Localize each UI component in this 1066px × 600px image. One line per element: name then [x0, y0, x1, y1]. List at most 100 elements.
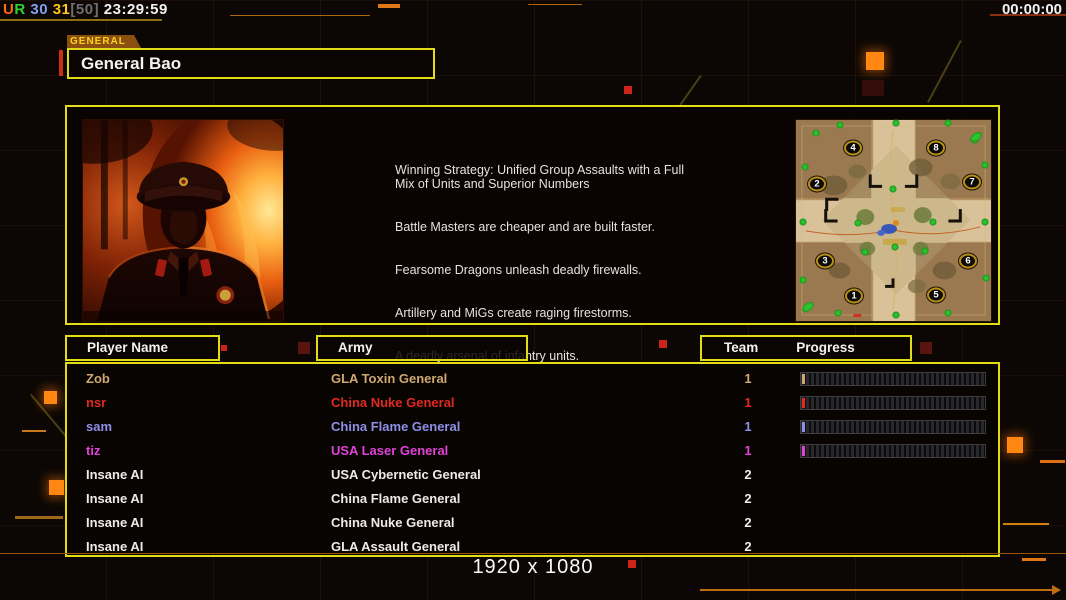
- map-start-position: 1: [845, 288, 863, 304]
- decor-square: [624, 86, 632, 94]
- player-progress-bar: [800, 396, 986, 410]
- decor-line: [22, 430, 46, 432]
- decor-line: [0, 19, 162, 21]
- header-progress: Progress: [796, 340, 855, 355]
- general-info-panel: Winning Strategy: Unified Group Assaults…: [65, 105, 1000, 363]
- map-start-position: 8: [927, 140, 945, 156]
- decor-bottom-line: [0, 553, 1066, 554]
- decor-square: [862, 80, 884, 96]
- header-team: Team: [724, 340, 759, 355]
- map-start-position: 7: [963, 174, 981, 190]
- strategy-paragraph: Fearsome Dragons unleash deadly firewall…: [395, 263, 642, 277]
- header-army: Army: [316, 335, 528, 361]
- player-team: 1: [744, 419, 752, 434]
- decor-arrow-line: [700, 589, 1056, 591]
- resolution-label: 1920 x 1080: [472, 556, 594, 578]
- player-army: GLA Toxin General: [331, 371, 448, 386]
- progress-tick: [802, 374, 805, 384]
- map-resource-dot: [944, 309, 952, 317]
- players-panel: Zob GLA Toxin General 1 nsr China Nuke G…: [65, 362, 1000, 557]
- decor-line: [1003, 523, 1049, 525]
- decor-line: [528, 4, 582, 5]
- player-row: Zob GLA Toxin General 1: [67, 367, 998, 391]
- player-army: China Flame General: [331, 491, 461, 506]
- map-resource-dot: [812, 129, 820, 137]
- map-resource-dot: [892, 119, 900, 127]
- map-resource-dot: [929, 218, 937, 226]
- map-start-position: 6: [959, 253, 977, 269]
- player-team: 1: [744, 443, 752, 458]
- decor-square: [920, 342, 932, 354]
- progress-tick: [802, 398, 805, 408]
- decor-line: [230, 15, 370, 16]
- general-portrait-image: [83, 120, 283, 321]
- player-team: 1: [744, 395, 752, 410]
- player-row: sam China Flame General 1: [67, 415, 998, 439]
- match-timer: 00:00:00: [1001, 1, 1062, 18]
- player-army: China Nuke General: [331, 395, 455, 410]
- map-resource-dot: [982, 274, 990, 282]
- player-army: China Nuke General: [331, 515, 455, 530]
- gentool-value1: 30: [30, 1, 49, 18]
- decor-square: [221, 345, 227, 351]
- gentool-bracket: [50]: [70, 1, 100, 18]
- decor-square: [866, 52, 884, 70]
- map-resource-dot: [981, 218, 989, 226]
- general-tab-label: GENERAL: [67, 35, 141, 48]
- decor-line: [378, 4, 400, 8]
- player-army: USA Cybernetic General: [331, 467, 481, 482]
- map-resource-dot: [854, 219, 862, 227]
- map-start-position: 2: [808, 176, 826, 192]
- player-name: Zob: [86, 371, 110, 386]
- map-resource-dot: [801, 163, 809, 171]
- map-resource-dot: [921, 247, 929, 255]
- decor-line: [15, 516, 63, 519]
- map-start-position: 5: [927, 287, 945, 303]
- decor-square: [49, 480, 64, 495]
- map-start-position: 3: [816, 253, 834, 269]
- map-preview: 1 2 3 4 5 6 7 8: [795, 119, 992, 322]
- map-resource-dot: [799, 276, 807, 284]
- strategy-paragraph: Winning Strategy: Unified Group Assaults…: [395, 163, 685, 191]
- map-terrain: [796, 120, 991, 321]
- map-resource-dot: [889, 185, 897, 193]
- map-resource-dot: [981, 161, 989, 169]
- player-name: Insane AI: [86, 491, 144, 506]
- decor-line: [1040, 460, 1065, 463]
- player-row: Insane AI China Flame General 2: [67, 487, 998, 511]
- decor-square: [59, 50, 63, 76]
- player-team: 1: [744, 371, 752, 386]
- gentool-overlay: UR 30 31[50] 23:29:59: [3, 1, 168, 18]
- player-name: sam: [86, 419, 113, 434]
- decor-square: [298, 342, 310, 354]
- player-name: nsr: [86, 395, 107, 410]
- player-army: USA Laser General: [331, 443, 449, 458]
- progress-tick: [802, 422, 805, 432]
- player-team: 2: [744, 467, 752, 482]
- map-start-position: 4: [844, 140, 862, 156]
- player-army: China Flame General: [331, 419, 461, 434]
- player-name: Insane AI: [86, 539, 144, 554]
- map-resource-dot: [891, 243, 899, 251]
- player-progress-bar: [800, 372, 986, 386]
- player-row: Insane AI USA Cybernetic General 2: [67, 463, 998, 487]
- player-row: Insane AI China Nuke General 2: [67, 511, 998, 535]
- progress-tick: [802, 446, 805, 456]
- map-resource-dot: [861, 248, 869, 256]
- gentool-ur: UR: [3, 1, 26, 18]
- map-resource-dot: [799, 218, 807, 226]
- map-resource-dot: [834, 309, 842, 317]
- player-progress-bar: [800, 444, 986, 458]
- player-row: tiz USA Laser General 1: [67, 439, 998, 463]
- player-army: GLA Assault General: [331, 539, 461, 554]
- player-row: nsr China Nuke General 1: [67, 391, 998, 415]
- map-resource-dot: [944, 119, 952, 127]
- strategy-paragraph: Artillery and MiGs create raging firesto…: [395, 306, 632, 320]
- strategy-paragraph: Battle Masters are cheaper and are built…: [395, 220, 655, 234]
- player-team: 2: [744, 515, 752, 530]
- general-name-box: General Bao: [67, 48, 435, 79]
- map-resource-dot: [836, 121, 844, 129]
- header-team-progress: Team Progress: [700, 335, 912, 361]
- map-resource-dot: [892, 311, 900, 319]
- decor-square: [44, 391, 57, 404]
